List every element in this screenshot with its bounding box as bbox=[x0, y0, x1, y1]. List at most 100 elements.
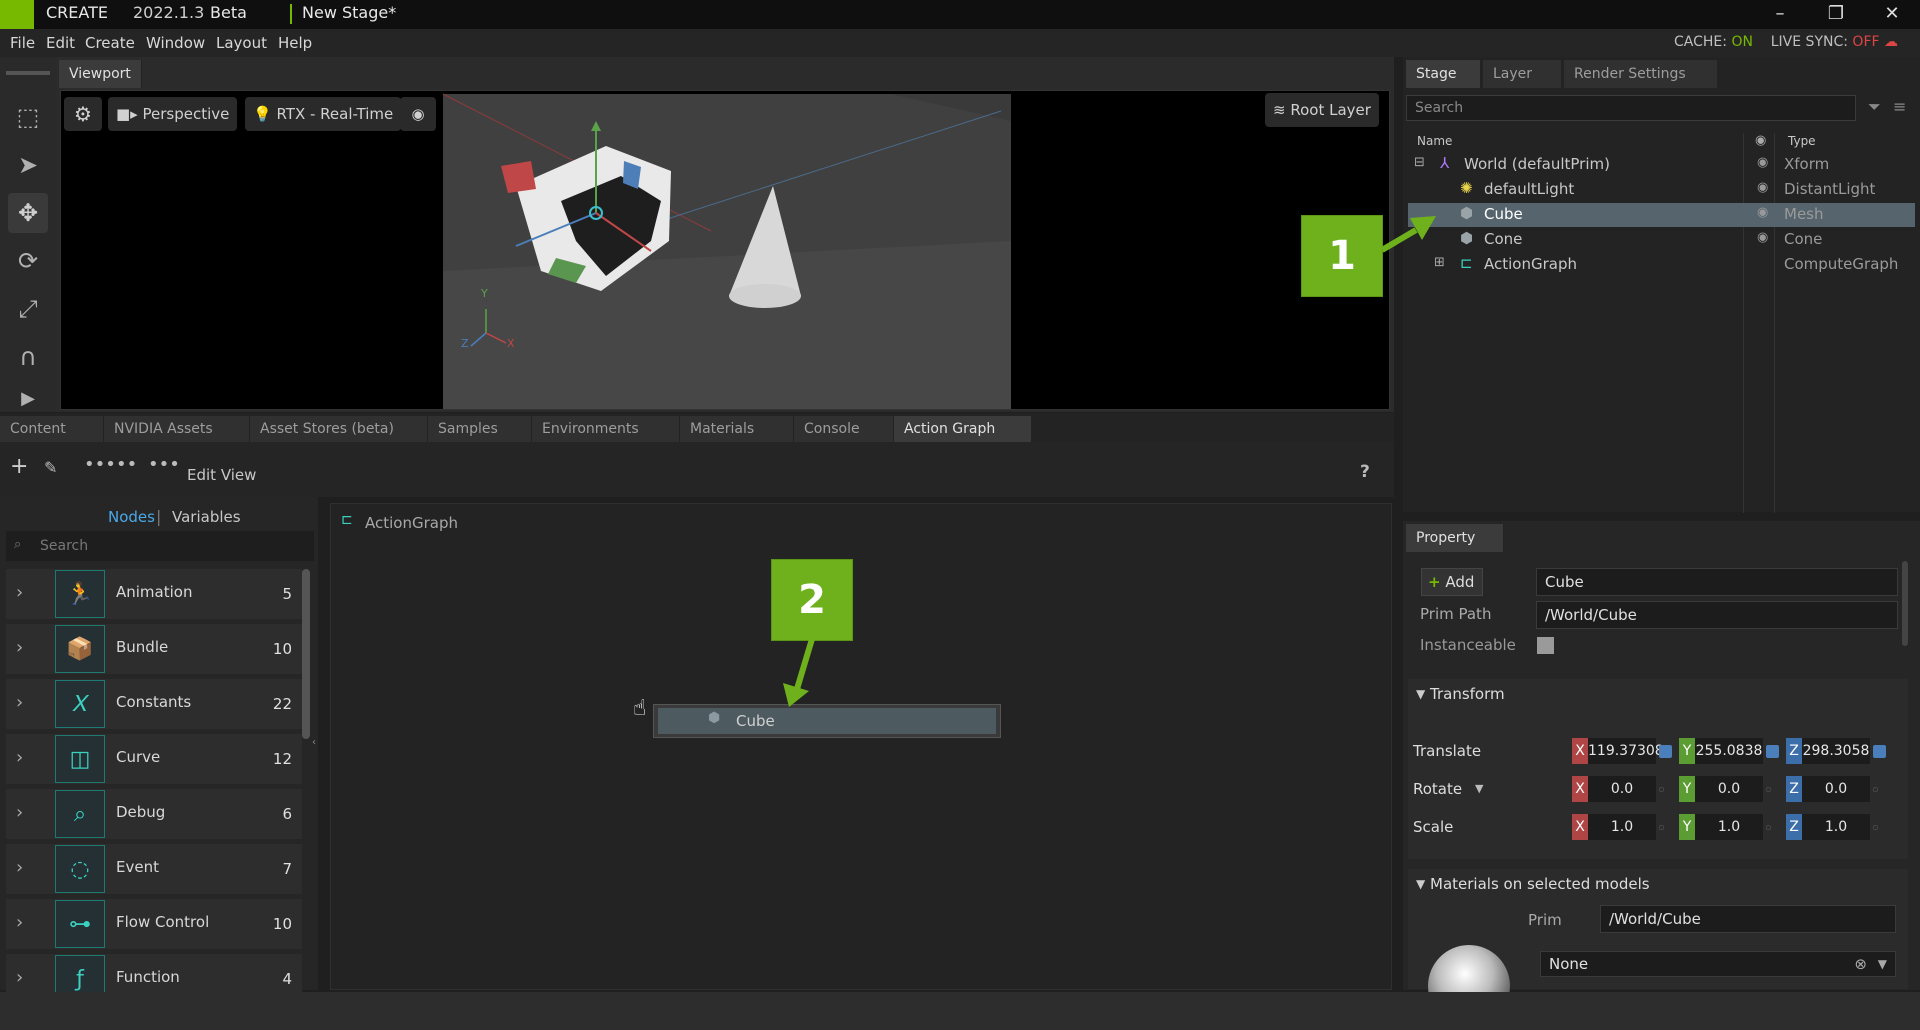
chevron-right-icon[interactable]: › bbox=[16, 692, 23, 713]
visibility-eye-icon[interactable]: ◉ bbox=[1757, 230, 1768, 245]
add-icon[interactable]: + bbox=[10, 454, 28, 479]
clear-icon[interactable]: ⊗ bbox=[1854, 952, 1867, 976]
tab-layer[interactable]: Layer bbox=[1483, 60, 1562, 88]
cache-status[interactable]: CACHE: ON LIVE SYNC: OFF ☁ bbox=[1674, 34, 1898, 50]
menu-edit[interactable]: Edit bbox=[46, 34, 75, 52]
category-animation[interactable]: › 🏃 Animation 5 bbox=[6, 569, 302, 619]
stage-search-input[interactable]: Search bbox=[1406, 95, 1856, 121]
tab-stage[interactable]: Stage bbox=[1406, 60, 1481, 88]
prim-path-field[interactable]: /World/Cube bbox=[1536, 601, 1898, 629]
rotate-y-field[interactable]: 0.0 bbox=[1695, 776, 1763, 802]
tab-environments[interactable]: Environments bbox=[532, 416, 680, 442]
translate-x-field[interactable]: 119.37308 bbox=[1588, 738, 1664, 764]
translate-z-key-icon[interactable] bbox=[1873, 745, 1886, 758]
stage-row-world[interactable]: ⊟ ⅄ World (defaultPrim) ◉ Xform bbox=[1408, 153, 1915, 177]
category-scrollbar[interactable] bbox=[302, 569, 310, 739]
select-frame-tool-icon[interactable]: ⬚ bbox=[8, 97, 48, 137]
tab-action-graph[interactable]: Action Graph bbox=[894, 416, 1032, 442]
rotate-y-key-icon[interactable] bbox=[1766, 787, 1771, 792]
collapse-handle[interactable]: ‹ bbox=[312, 737, 318, 757]
visibility-eye-icon[interactable]: ◉ bbox=[400, 97, 436, 131]
minimize-icon[interactable]: – bbox=[1752, 0, 1808, 29]
chevron-right-icon[interactable]: › bbox=[16, 912, 23, 933]
category-debug[interactable]: › ⌕ Debug 6 bbox=[6, 789, 302, 839]
category-curve[interactable]: › ◫ Curve 12 bbox=[6, 734, 302, 784]
viewport-settings-gear-icon[interactable]: ⚙ bbox=[64, 97, 102, 131]
scale-z-field[interactable]: 1.0 bbox=[1802, 814, 1870, 840]
menu-help[interactable]: Help bbox=[278, 34, 312, 52]
scale-tool-icon[interactable]: ⤢ bbox=[8, 289, 48, 329]
category-flow-control[interactable]: › ⊶ Flow Control 10 bbox=[6, 899, 302, 949]
translate-z-field[interactable]: 298.3058 bbox=[1802, 738, 1870, 764]
renderer-button[interactable]: 💡 RTX - Real-Time bbox=[245, 97, 402, 131]
scale-z-key-icon[interactable] bbox=[1873, 825, 1878, 830]
prim-name-field[interactable]: Cube bbox=[1536, 568, 1898, 596]
close-icon[interactable]: ✕ bbox=[1864, 0, 1920, 29]
material-select[interactable]: None ⊗ ▼ bbox=[1540, 951, 1896, 977]
stage-row-cube[interactable]: ⬢ Cube ◉ Mesh bbox=[1408, 203, 1915, 227]
pointer-tool-icon[interactable]: ➤ bbox=[8, 145, 48, 185]
layout-dots2-icon[interactable]: •• bbox=[116, 454, 137, 475]
property-scrollbar[interactable] bbox=[1902, 561, 1908, 646]
rotate-x-field[interactable]: 0.0 bbox=[1588, 776, 1656, 802]
instanceable-checkbox[interactable] bbox=[1537, 637, 1554, 654]
stage-row-actiongraph[interactable]: ⊞ ⊏ ActionGraph ComputeGraph bbox=[1408, 253, 1915, 277]
menu-file[interactable]: File bbox=[10, 34, 35, 52]
rotate-order-dropdown-icon[interactable]: ▼ bbox=[1475, 782, 1483, 795]
edit-pencil-icon[interactable]: ✎ bbox=[44, 458, 57, 477]
node-search-input[interactable]: ⌕ Search bbox=[6, 531, 314, 561]
category-constants[interactable]: › 𝑋 Constants 22 bbox=[6, 679, 302, 729]
menu-create[interactable]: Create bbox=[85, 34, 135, 52]
restore-icon[interactable]: ❐ bbox=[1808, 0, 1864, 29]
layout-dots3-icon[interactable]: ••• bbox=[148, 454, 180, 475]
scale-y-key-icon[interactable] bbox=[1766, 825, 1771, 830]
move-tool-icon[interactable]: ✥ bbox=[8, 193, 48, 233]
layout-dots-icon[interactable]: ••• bbox=[84, 454, 116, 475]
chevron-right-icon[interactable]: › bbox=[16, 747, 23, 768]
tab-asset-stores[interactable]: Asset Stores (beta) bbox=[250, 416, 428, 442]
chevron-right-icon[interactable]: › bbox=[16, 637, 23, 658]
tab-property[interactable]: Property bbox=[1406, 524, 1504, 552]
scale-y-field[interactable]: 1.0 bbox=[1695, 814, 1763, 840]
menu-window[interactable]: Window bbox=[146, 34, 205, 52]
add-button[interactable]: + Add bbox=[1421, 568, 1483, 596]
filter-icon[interactable]: ⏷ bbox=[1868, 97, 1881, 117]
chevron-right-icon[interactable]: › bbox=[16, 582, 23, 603]
visibility-eye-icon[interactable]: ◉ bbox=[1757, 180, 1768, 195]
tab-content[interactable]: Content bbox=[0, 416, 104, 442]
viewport-canvas[interactable]: Y Z X bbox=[60, 90, 1390, 410]
scale-x-field[interactable]: 1.0 bbox=[1588, 814, 1656, 840]
rotate-x-key-icon[interactable] bbox=[1659, 787, 1664, 792]
options-menu-icon[interactable]: ≡ bbox=[1893, 97, 1906, 116]
stage-row-defaultlight[interactable]: ✺ defaultLight ◉ DistantLight bbox=[1408, 178, 1915, 202]
stage-row-cone[interactable]: ⬢ Cone ◉ Cone bbox=[1408, 228, 1915, 252]
chevron-right-icon[interactable]: › bbox=[16, 967, 23, 988]
tab-viewport[interactable]: Viewport bbox=[59, 60, 142, 88]
chevron-down-icon[interactable]: ▼ bbox=[1878, 952, 1887, 976]
chevron-right-icon[interactable]: › bbox=[16, 802, 23, 823]
translate-x-key-icon[interactable] bbox=[1659, 745, 1672, 758]
menu-layout[interactable]: Layout bbox=[216, 34, 267, 52]
tab-nvidia-assets[interactable]: NVIDIA Assets bbox=[104, 416, 250, 442]
tab-render-settings[interactable]: Render Settings bbox=[1564, 60, 1718, 88]
variables-tab[interactable]: Variables bbox=[172, 508, 241, 526]
tab-console[interactable]: Console bbox=[794, 416, 894, 442]
materials-collapse-icon[interactable]: ▼ bbox=[1416, 877, 1425, 891]
rotate-z-field[interactable]: 0.0 bbox=[1802, 776, 1870, 802]
action-graph-canvas[interactable]: ⊏ ActionGraph ⬢ Cube ☝ 2 bbox=[330, 503, 1392, 990]
edit-view-label[interactable]: Edit View bbox=[187, 466, 256, 484]
translate-y-field[interactable]: 255.0838 bbox=[1695, 738, 1763, 764]
material-prim-field[interactable]: /World/Cube bbox=[1600, 905, 1896, 933]
root-layer-button[interactable]: ≋ Root Layer bbox=[1265, 93, 1379, 127]
collapse-minus-icon[interactable]: ⊟ bbox=[1414, 155, 1425, 170]
chevron-right-icon[interactable]: › bbox=[16, 857, 23, 878]
translate-y-key-icon[interactable] bbox=[1766, 745, 1779, 758]
help-icon[interactable]: ? bbox=[1360, 462, 1370, 482]
drag-node-preview[interactable]: ⬢ Cube bbox=[653, 704, 1001, 738]
scale-x-key-icon[interactable] bbox=[1659, 825, 1664, 830]
tab-materials[interactable]: Materials bbox=[680, 416, 794, 442]
tab-samples[interactable]: Samples bbox=[428, 416, 532, 442]
snap-magnet-icon[interactable]: ∩ bbox=[8, 337, 48, 377]
camera-button[interactable]: ■▸ Perspective bbox=[108, 97, 238, 131]
rotate-z-key-icon[interactable] bbox=[1873, 787, 1878, 792]
